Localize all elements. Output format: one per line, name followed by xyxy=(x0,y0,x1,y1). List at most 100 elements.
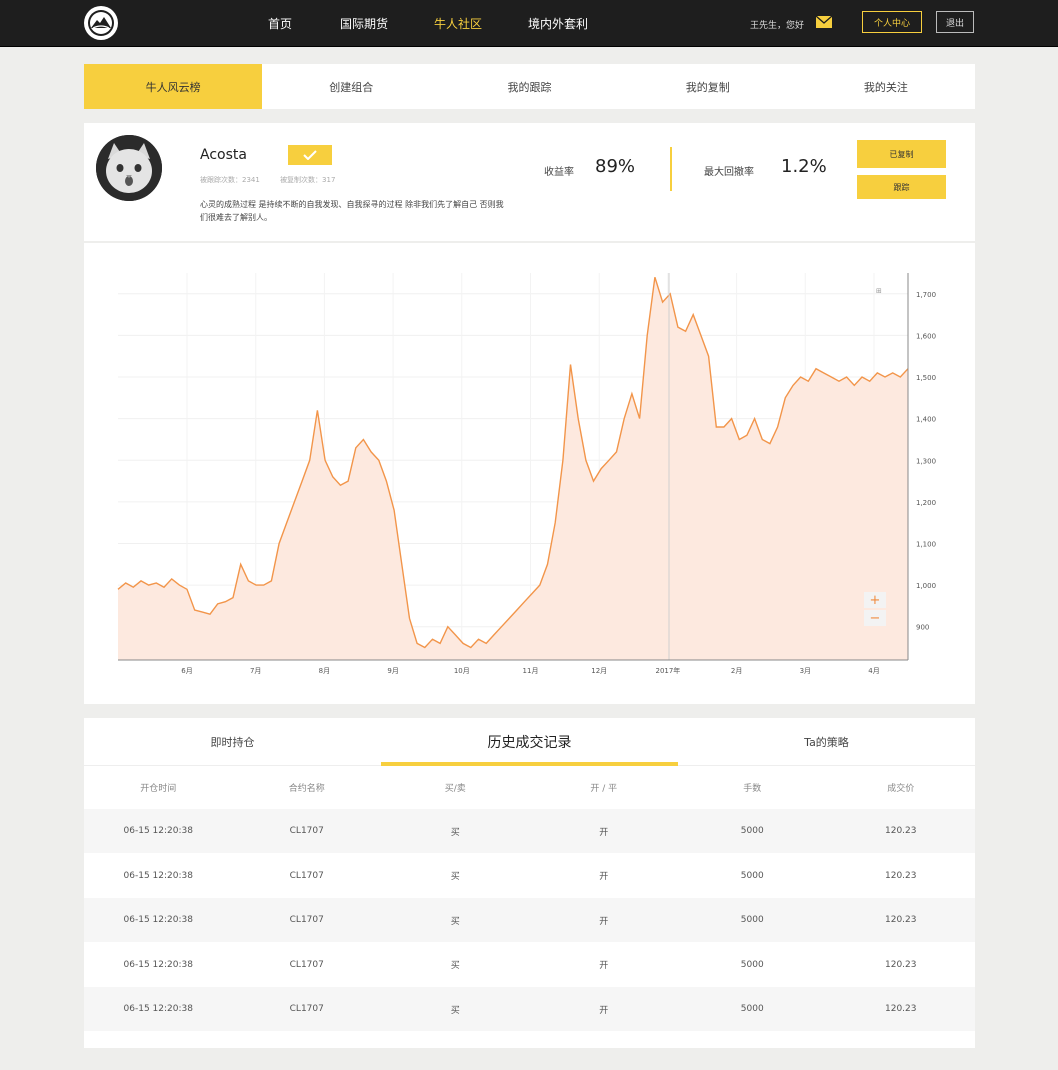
minus-icon[interactable]: − xyxy=(864,610,886,626)
plus-icon[interactable]: + xyxy=(864,592,886,608)
x-tick-label: 7月 xyxy=(250,667,261,675)
cell-price: 120.23 xyxy=(885,959,917,970)
cell-contract: CL1707 xyxy=(289,826,324,836)
tab-current-positions[interactable]: 即时持仓 xyxy=(84,718,381,765)
cell-contract: CL1707 xyxy=(289,1004,324,1014)
tab-leaderboard[interactable]: 牛人风云榜 xyxy=(84,64,263,109)
col-lots: 手数 xyxy=(743,784,762,794)
cell-lots: 5000 xyxy=(740,959,764,970)
cell-price: 120.23 xyxy=(885,915,917,925)
tab-my-copies[interactable]: 我的复制 xyxy=(619,64,797,109)
user-center-button[interactable]: 个人中心 xyxy=(862,11,922,33)
x-tick-label: 2月 xyxy=(731,667,742,675)
col-open-close: 开 / 平 xyxy=(590,784,618,794)
tab-my-watchlist[interactable]: 我的关注 xyxy=(797,64,975,109)
equity-chart-svg: 6月 7月 8月 9月 10月 11月 12月 2017年 2月 3月 4月 900 1,000 1,1… xyxy=(117,273,936,675)
table-row[interactable]: 06-15 12:20:38 CL1707 买 开 5000 120.23 xyxy=(84,809,975,853)
nav-home[interactable]: 首页 xyxy=(268,15,292,32)
table-row[interactable]: 06-15 12:20:38 CL1707 买 开 5000 120.23 xyxy=(84,943,975,987)
table-header: 开仓时间 合约名称 买/卖 开 / 平 手数 成交价 xyxy=(84,766,975,809)
x-tick-label: 6月 xyxy=(181,667,192,675)
tab-strategy[interactable]: Ta的策略 xyxy=(678,718,975,765)
trader-counts: 被跟踪次数：2341 被复制次数：317 xyxy=(200,175,353,185)
cell-open-close: 开 xyxy=(599,961,609,971)
check-icon xyxy=(288,145,332,165)
cell-lots: 5000 xyxy=(740,826,764,836)
x-tick-label: 3月 xyxy=(800,667,811,675)
copied-button[interactable]: 已复制 xyxy=(857,140,946,168)
cell-open-time: 06-15 12:20:38 xyxy=(123,915,193,925)
community-subtabs: 牛人风云榜 创建组合 我的跟踪 我的复制 我的关注 xyxy=(84,64,975,109)
y-tick-label: 900 xyxy=(916,624,929,632)
x-tick-label: 11月 xyxy=(523,667,539,675)
cell-contract: CL1707 xyxy=(289,870,324,881)
metric-divider xyxy=(670,147,672,191)
cell-open-close: 开 xyxy=(599,916,609,927)
trader-bio: 心灵的成熟过程 是持续不断的自我发现、自我探寻的过程 除非我们先了解自己 否则我… xyxy=(200,200,504,222)
chart-annotation-icon[interactable]: ⊞ xyxy=(876,287,882,295)
x-tick-label: 2017年 xyxy=(655,666,680,675)
col-price: 成交价 xyxy=(887,784,915,794)
nav-community[interactable]: 牛人社区 xyxy=(434,15,482,32)
table-row[interactable]: 06-15 12:20:38 CL1707 买 开 5000 120.23 xyxy=(84,854,975,898)
x-tick-label: 9月 xyxy=(387,667,398,675)
trade-panel: 即时持仓 历史成交记录 Ta的策略 开仓时间 合约名称 买/卖 开 / 平 手数… xyxy=(84,718,975,1048)
cell-lots: 5000 xyxy=(740,1004,764,1014)
equity-chart: 6月 7月 8月 9月 10月 11月 12月 2017年 2月 3月 4月 900 1,000 1,1… xyxy=(84,243,975,704)
tab-create-portfolio[interactable]: 创建组合 xyxy=(262,64,440,109)
cell-price: 120.23 xyxy=(885,1004,917,1014)
y-tick-label: 1,200 xyxy=(916,499,936,507)
logout-button[interactable]: 退出 xyxy=(936,11,974,33)
y-tick-label: 1,000 xyxy=(916,582,936,590)
cell-open-time: 06-15 12:20:38 xyxy=(123,1004,193,1014)
table-row[interactable]: 06-15 12:20:38 CL1707 买 开 5000 120.23 xyxy=(84,987,975,1031)
cell-side: 买 xyxy=(450,827,460,838)
cell-price: 120.23 xyxy=(885,826,917,836)
cell-side: 买 xyxy=(450,916,460,927)
trader-name: Acosta xyxy=(200,147,247,163)
cell-open-time: 06-15 12:20:38 xyxy=(123,826,193,836)
cell-side: 买 xyxy=(450,961,460,971)
y-tick-label: 1,500 xyxy=(916,374,936,382)
x-tick-label: 12月 xyxy=(591,667,607,675)
cell-open-close: 开 xyxy=(599,827,609,838)
trader-profile-card: Acosta 被跟踪次数：2341 被复制次数：317 心灵的成熟过程 是持续不… xyxy=(84,123,975,241)
tab-trade-history[interactable]: 历史成交记录 xyxy=(381,718,678,766)
cell-price: 120.23 xyxy=(885,870,917,881)
user-greeting: 王先生，您好 xyxy=(750,21,805,31)
mail-icon[interactable] xyxy=(816,16,832,28)
cell-lots: 5000 xyxy=(740,870,764,881)
trade-panel-tabs: 即时持仓 历史成交记录 Ta的策略 xyxy=(84,718,975,766)
cell-contract: CL1707 xyxy=(289,915,324,925)
top-nav-bar: 首页 国际期货 牛人社区 境内外套利 王先生，您好 个人中心 退出 xyxy=(0,0,1058,47)
x-tick-label: 8月 xyxy=(319,667,330,675)
cell-side: 买 xyxy=(450,1005,460,1016)
y-tick-label: 1,400 xyxy=(916,416,936,424)
cell-side: 买 xyxy=(450,872,460,882)
follow-button[interactable]: 跟踪 xyxy=(857,175,946,199)
copied-count: 被复制次数：317 xyxy=(280,176,336,184)
y-tick-label: 1,600 xyxy=(916,332,936,340)
y-tick-label: 1,300 xyxy=(916,457,936,465)
cell-open-time: 06-15 12:20:38 xyxy=(123,870,193,881)
x-tick-label: 10月 xyxy=(454,667,470,675)
max-drawdown-label: 最大回撤率 xyxy=(704,167,754,178)
cell-open-close: 开 xyxy=(599,872,609,882)
avatar[interactable] xyxy=(96,135,162,201)
return-rate-label: 收益率 xyxy=(544,167,574,178)
tab-my-following[interactable]: 我的跟踪 xyxy=(440,64,618,109)
x-tick-label: 4月 xyxy=(868,667,879,675)
table-row[interactable]: 06-15 12:20:38 CL1707 买 开 5000 120.23 xyxy=(84,898,975,942)
return-rate-value: 89% xyxy=(595,156,636,177)
equity-area xyxy=(118,277,908,660)
nav-arbitrage[interactable]: 境内外套利 xyxy=(528,15,588,32)
mountain-logo-icon[interactable] xyxy=(84,6,118,40)
col-side: 买/卖 xyxy=(444,784,466,794)
nav-intl-futures[interactable]: 国际期货 xyxy=(340,15,388,32)
col-contract: 合约名称 xyxy=(288,784,325,794)
followed-count: 被跟踪次数：2341 xyxy=(200,176,260,184)
cell-lots: 5000 xyxy=(740,915,764,925)
max-drawdown-value: 1.2% xyxy=(781,156,827,177)
col-open-time: 开仓时间 xyxy=(140,784,177,794)
cell-open-close: 开 xyxy=(599,1005,609,1016)
